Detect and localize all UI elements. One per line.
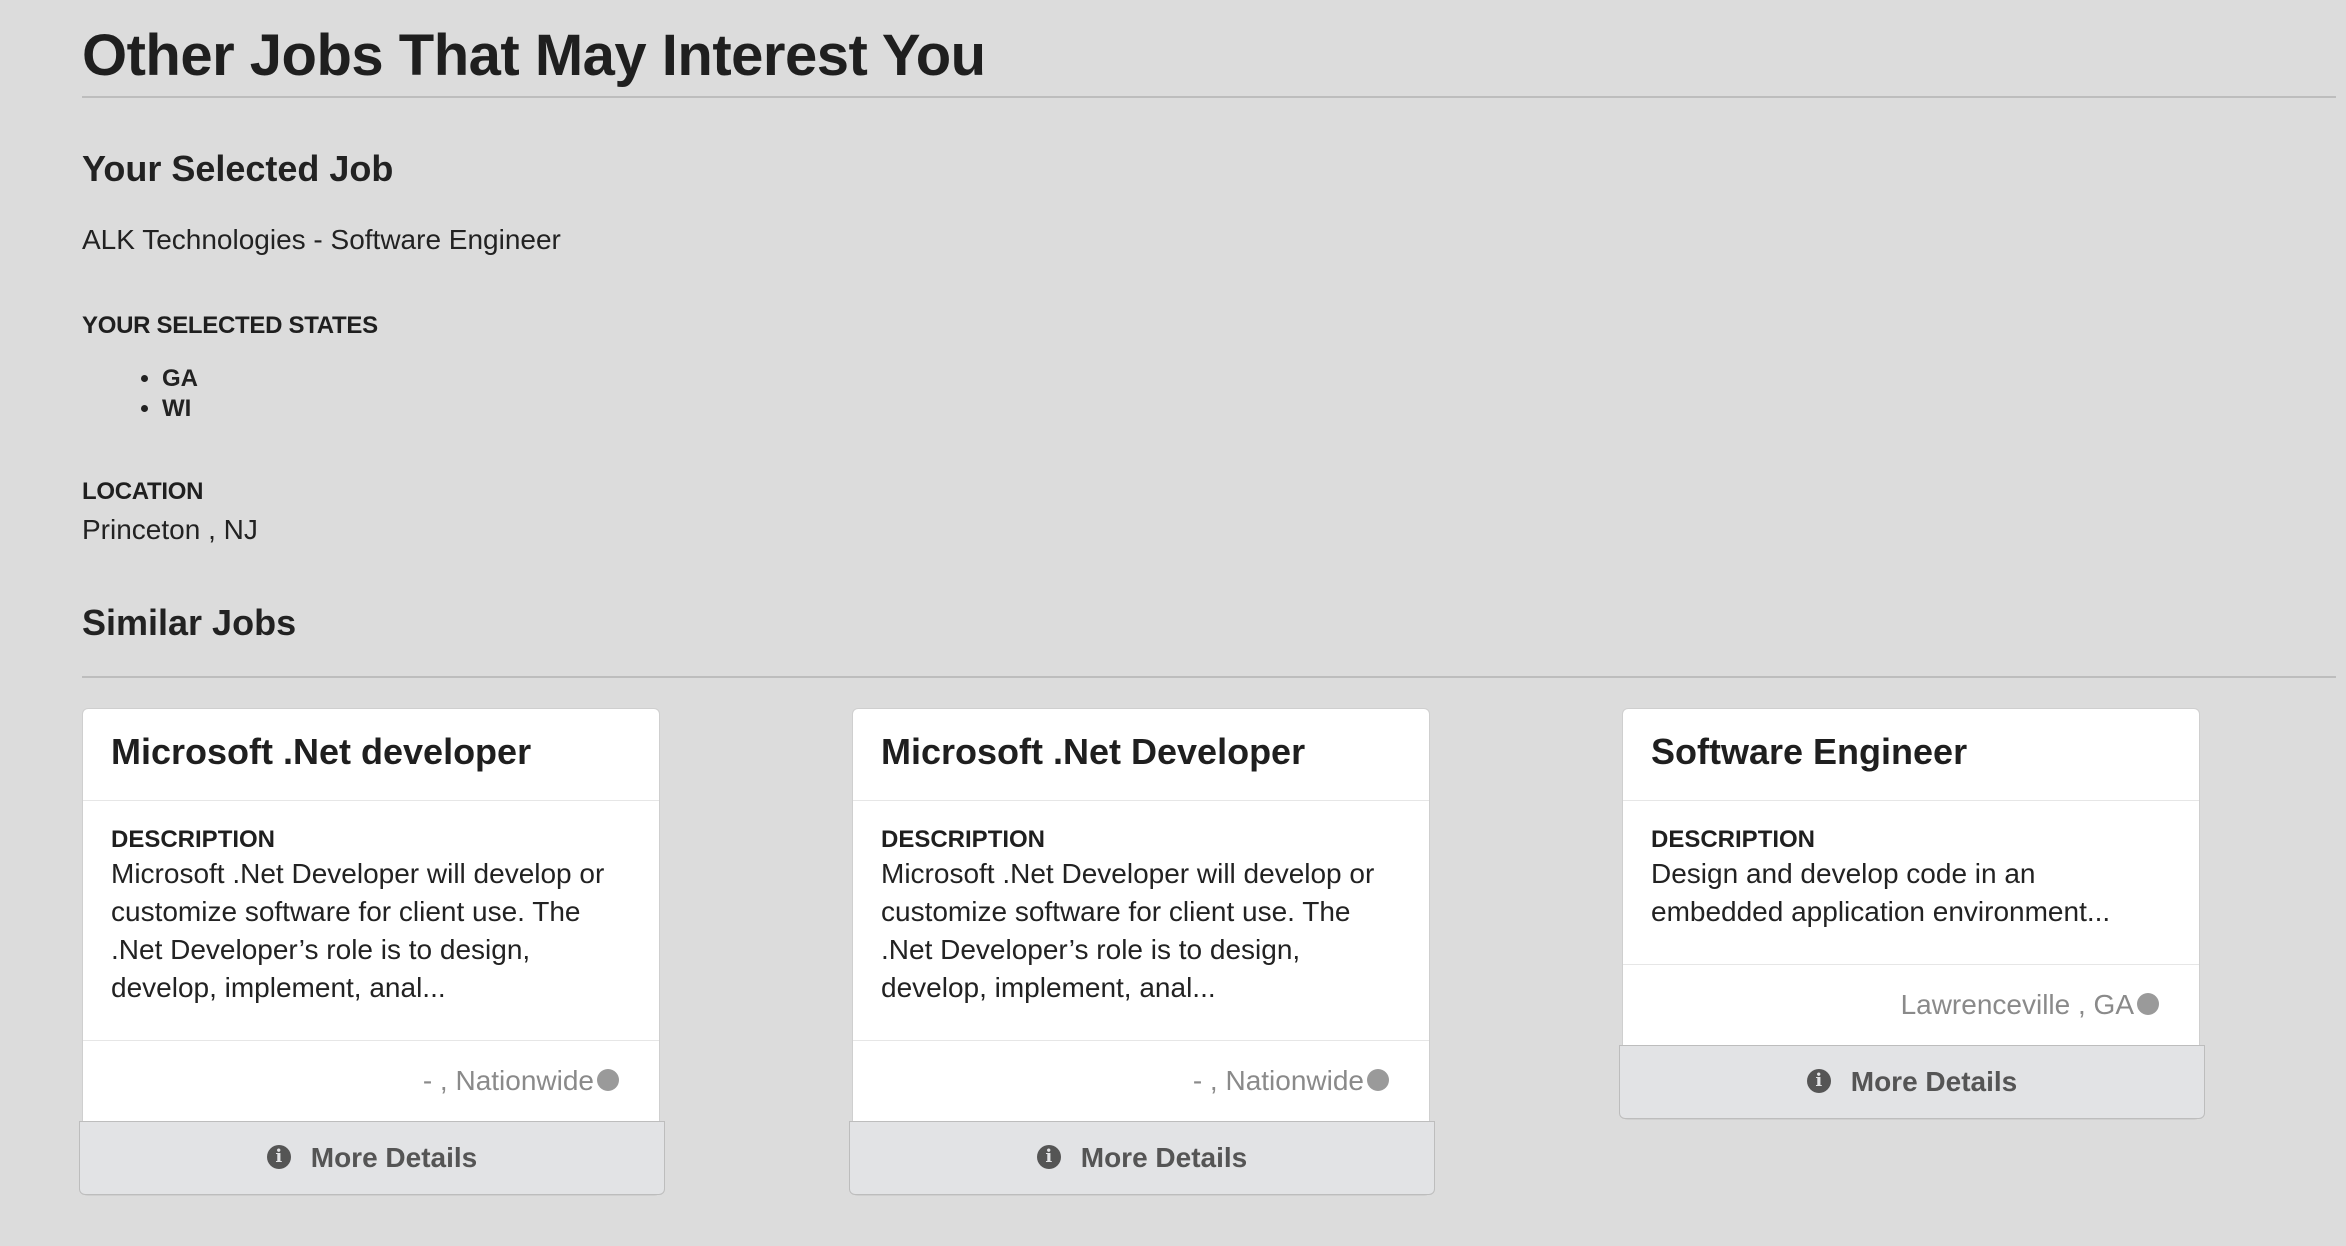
description-text: Microsoft .Net Developer will develop or… — [881, 858, 1375, 1003]
similar-jobs-heading: Similar Jobs — [82, 602, 297, 643]
job-location-text: - , Nationwide — [1192, 1065, 1364, 1096]
job-card-body: DESCRIPTION Microsoft .Net Developer wil… — [853, 801, 1429, 1041]
more-details-label: More Details — [310, 1142, 478, 1173]
selected-states-list: GA WI — [82, 364, 198, 424]
state-item: GA — [162, 364, 198, 394]
globe-icon — [2137, 992, 2159, 1015]
similar-jobs-divider — [82, 676, 2336, 678]
job-card-body: DESCRIPTION Design and develop code in a… — [1623, 801, 2199, 965]
description-text: Microsoft .Net Developer will develop or… — [111, 858, 605, 1003]
description-text: Design and develop code in an embedded a… — [1651, 858, 2111, 927]
more-details-label: More Details — [1080, 1142, 1248, 1173]
job-card: Microsoft .Net Developer DESCRIPTION Mic… — [849, 708, 1435, 1196]
description-label: DESCRIPTION — [881, 826, 1046, 853]
selected-states-label: YOUR SELECTED STATES — [82, 312, 378, 339]
job-card-body: DESCRIPTION Microsoft .Net Developer wil… — [83, 801, 659, 1041]
job-card: Software Engineer DESCRIPTION Design and… — [1619, 708, 2205, 1120]
job-location-text: Lawrenceville , GA — [1900, 989, 2134, 1020]
more-details-button[interactable]: i More Details — [1619, 1045, 2205, 1119]
globe-icon — [1367, 1068, 1389, 1091]
location-label: LOCATION — [82, 478, 204, 505]
info-icon: i — [1806, 1068, 1831, 1093]
page: Other Jobs That May Interest You Your Se… — [82, 0, 2336, 678]
job-card-title: Software Engineer — [1623, 709, 2199, 801]
job-location-text: - , Nationwide — [422, 1065, 594, 1096]
description-label: DESCRIPTION — [1651, 826, 1816, 853]
more-details-button[interactable]: i More Details — [79, 1121, 665, 1195]
state-item: WI — [162, 394, 198, 424]
description-label: DESCRIPTION — [111, 826, 276, 853]
job-card-location: - , Nationwide — [83, 1041, 659, 1121]
job-card-location: - , Nationwide — [853, 1041, 1429, 1121]
more-details-button[interactable]: i More Details — [849, 1121, 1435, 1195]
title-divider — [82, 96, 2336, 98]
info-icon: i — [1036, 1144, 1061, 1169]
selected-job-text: ALK Technologies - Software Engineer — [82, 224, 561, 255]
page-title: Other Jobs That May Interest You — [82, 23, 986, 88]
info-icon: i — [266, 1144, 291, 1169]
job-card-location: Lawrenceville , GA — [1623, 965, 2199, 1045]
job-card: Microsoft .Net developer DESCRIPTION Mic… — [79, 708, 665, 1196]
globe-icon — [597, 1068, 619, 1091]
job-card-title: Microsoft .Net developer — [83, 709, 659, 801]
more-details-label: More Details — [1850, 1066, 2018, 1097]
selected-job-heading: Your Selected Job — [82, 148, 394, 189]
job-card-title: Microsoft .Net Developer — [853, 709, 1429, 801]
location-value: Princeton , NJ — [82, 514, 258, 545]
